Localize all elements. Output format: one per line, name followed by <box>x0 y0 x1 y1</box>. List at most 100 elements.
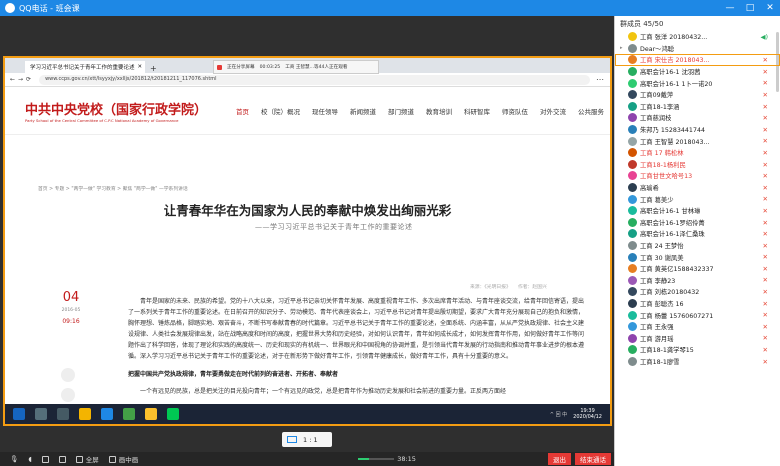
pip-icon <box>108 455 116 463</box>
file-explorer-icon[interactable] <box>79 408 91 420</box>
member-row[interactable]: 工商 17 韩松林 ✕ <box>615 147 780 159</box>
browser-nav-icons[interactable]: ←→⟳ <box>10 76 34 83</box>
nav-item-faculty[interactable]: 师资队伍 <box>496 106 534 116</box>
pip-button[interactable]: 画中画 <box>108 454 139 464</box>
nav-item-departments[interactable]: 部门频道 <box>382 106 420 116</box>
member-row[interactable]: 高职会计16-1 甘林琳 ✕ <box>615 205 780 217</box>
member-row[interactable]: 工商 王永强 ✕ <box>615 321 780 333</box>
speaker-button[interactable]: ◖ <box>28 455 31 463</box>
nav-item-leaders[interactable]: 现任领导 <box>306 106 344 116</box>
member-row[interactable]: ▸ Dear～鸿聪 <box>615 43 780 55</box>
member-name: 工商甘世文哈号13 <box>640 173 693 181</box>
screen-share-icon <box>58 455 66 463</box>
member-name: 工商 24 王梦怡 <box>640 242 684 250</box>
member-row[interactable]: 工商甘世文哈号13 ✕ <box>615 170 780 182</box>
url-field[interactable]: www.ccps.gov.cn/xtt/lsyyxjy/xxlljs/20181… <box>39 74 590 85</box>
muted-mic-icon: ✕ <box>762 79 768 88</box>
share-status-text: 正在分享屏幕 <box>227 65 255 70</box>
member-panel: 群成员 45/50 工商 张洋 20180432... ◀) ▸ Dear～鸿聪 工商 … <box>614 16 780 466</box>
share-wechat-icon[interactable] <box>61 368 75 382</box>
speaking-icon: ◀) <box>760 33 768 41</box>
nav-item-research[interactable]: 科研智库 <box>458 106 496 116</box>
site-logo[interactable]: 中共中央党校（国家行政学院） Party School of the Centr… <box>25 99 214 123</box>
nav-item-about[interactable]: 校（院）概况 <box>255 106 306 116</box>
share-screen-button[interactable] <box>58 455 66 463</box>
pip-label: 画中画 <box>118 456 139 464</box>
breadcrumb[interactable]: 首页 > 专题 > "两学一做" 学习教育 > 聚焦 "两学一做" 一学系列讲话 <box>38 185 188 192</box>
minimize-button[interactable]: — <box>720 3 740 13</box>
nav-item-news[interactable]: 新闻频道 <box>344 106 382 116</box>
member-row[interactable]: 工商 李静23 ✕ <box>615 274 780 286</box>
member-name: 工商09戴萍 <box>640 92 674 100</box>
share-timer: 00:03:25 <box>259 64 281 70</box>
maximize-button[interactable]: □ <box>740 3 760 13</box>
member-name: 工商 张洋 20180432... <box>640 34 708 42</box>
member-row[interactable]: 工商 王智慧 2018043... ✕ <box>615 135 780 147</box>
close-button[interactable]: ✕ <box>760 3 780 13</box>
member-row[interactable]: 工商18-1廖雪 ✕ <box>615 356 780 368</box>
nav-item-services[interactable]: 公共服务 <box>572 106 610 116</box>
system-tray[interactable]: ^ 回 中 <box>550 411 567 418</box>
member-row[interactable]: 工商 宋仕吉 2018043... ✕ <box>615 54 780 66</box>
member-name: 工商 杨蕾 15760607271 <box>640 312 714 320</box>
member-row[interactable]: 高职会计16-1 1卜一诺20 ✕ <box>615 77 780 89</box>
nav-item-exchange[interactable]: 对外交流 <box>534 106 572 116</box>
fullscreen-label: 全屏 <box>85 456 99 464</box>
ratio-toggle[interactable]: 1 : 1 <box>282 432 332 447</box>
member-count: 群成员 45/50 <box>620 19 664 28</box>
article-body: 青年是国家的未来、民族的希望。党的十八大以来，习近平总书记亲切关怀青年发展、高度… <box>128 296 588 397</box>
member-row[interactable]: 工商 张洋 20180432... ◀) <box>615 31 780 43</box>
end-call-button[interactable]: 结束通话 <box>575 453 611 465</box>
member-row[interactable]: 工商18-1李涵 ✕ <box>615 101 780 113</box>
fullscreen-button[interactable]: 全屏 <box>75 454 99 464</box>
member-name: 工商 宋仕吉 2018043... <box>640 57 710 65</box>
nav-item-home[interactable]: 首页 <box>230 106 255 116</box>
clock-date: 2020/04/12 <box>573 414 602 420</box>
chrome-icon[interactable] <box>123 408 135 420</box>
member-row[interactable]: 工商 杨蕾 15760607271 ✕ <box>615 309 780 321</box>
member-row[interactable]: 高职会计16-1罗绍伶菁 ✕ <box>615 217 780 229</box>
article-paragraph: 一个有远见的民族，总是把关注的目光投向青年；一个有远见的政党，总是把青年作为推动… <box>140 388 507 395</box>
member-row[interactable]: 工商 游月瑶 ✕ <box>615 332 780 344</box>
muted-mic-icon: ✕ <box>762 346 768 355</box>
stop-share-icon[interactable] <box>217 64 222 70</box>
member-name: 工商18-1杨利民 <box>640 161 686 169</box>
avatar <box>628 287 637 297</box>
volume-bar[interactable] <box>358 458 395 460</box>
nav-item-education[interactable]: 教育培训 <box>420 106 458 116</box>
member-row[interactable]: 工商09戴萍 ✕ <box>615 89 780 101</box>
member-name: 工商18-1廖雪 <box>640 358 680 366</box>
member-row[interactable]: 工商18-1龚学琴15 ✕ <box>615 344 780 356</box>
browser-tab[interactable]: 学习习近平总书记关于青年工作的重要论述 ✕ <box>25 61 145 73</box>
share-weibo-icon[interactable] <box>61 388 75 402</box>
member-row[interactable]: 工商 刘栋20180432 ✕ <box>615 286 780 298</box>
camera-button[interactable] <box>41 455 49 463</box>
browser-taskbar-icon[interactable] <box>101 408 113 420</box>
exit-button[interactable]: 退出 <box>548 453 571 465</box>
member-row[interactable]: 高职会计16-1泽仁桑珠 ✕ <box>615 228 780 240</box>
member-row[interactable]: 高职会计16-1 沈羽茜 ✕ <box>615 66 780 78</box>
member-row[interactable]: 高瑜希 ✕ <box>615 182 780 194</box>
search-icon[interactable] <box>35 408 47 420</box>
windows-start-icon[interactable] <box>13 408 25 420</box>
member-row[interactable]: 工商慈润枝 ✕ <box>615 112 780 124</box>
new-tab-button[interactable]: + <box>145 64 162 73</box>
date-year-month: 2016-05 <box>61 308 81 313</box>
member-row[interactable]: 工商 葛美少 ✕ <box>615 193 780 205</box>
microphone-icon: 🎙 <box>10 455 19 463</box>
browser-menu-icon[interactable]: ⋯ <box>596 75 604 84</box>
member-row[interactable]: 朱邦乃 15283441744 ✕ <box>615 124 780 136</box>
member-row[interactable]: 工商 24 王梦怡 ✕ <box>615 240 780 252</box>
tab-close-icon[interactable]: ✕ <box>138 64 143 70</box>
member-row[interactable]: 工商18-1杨利民 ✕ <box>615 159 780 171</box>
member-name: 高职会计16-1 沈羽茜 <box>640 69 701 77</box>
member-row[interactable]: 工商 30 谢凤美 ✕ <box>615 251 780 263</box>
folder-icon[interactable] <box>145 408 157 420</box>
expand-caret-icon[interactable]: ▸ <box>620 45 628 51</box>
mic-button[interactable]: 🎙 <box>10 455 18 463</box>
member-row[interactable]: 工商 彭聪杰 16 ✕ <box>615 298 780 310</box>
task-view-icon[interactable] <box>57 408 69 420</box>
member-row[interactable]: 工商 黄英亿1588432337 ✕ <box>615 263 780 275</box>
wechat-icon[interactable] <box>167 408 179 420</box>
screen-share-area: 正在分享屏幕 00:03:25 工商 王智慧...等44人正在观看 学习习近平总… <box>0 16 614 452</box>
